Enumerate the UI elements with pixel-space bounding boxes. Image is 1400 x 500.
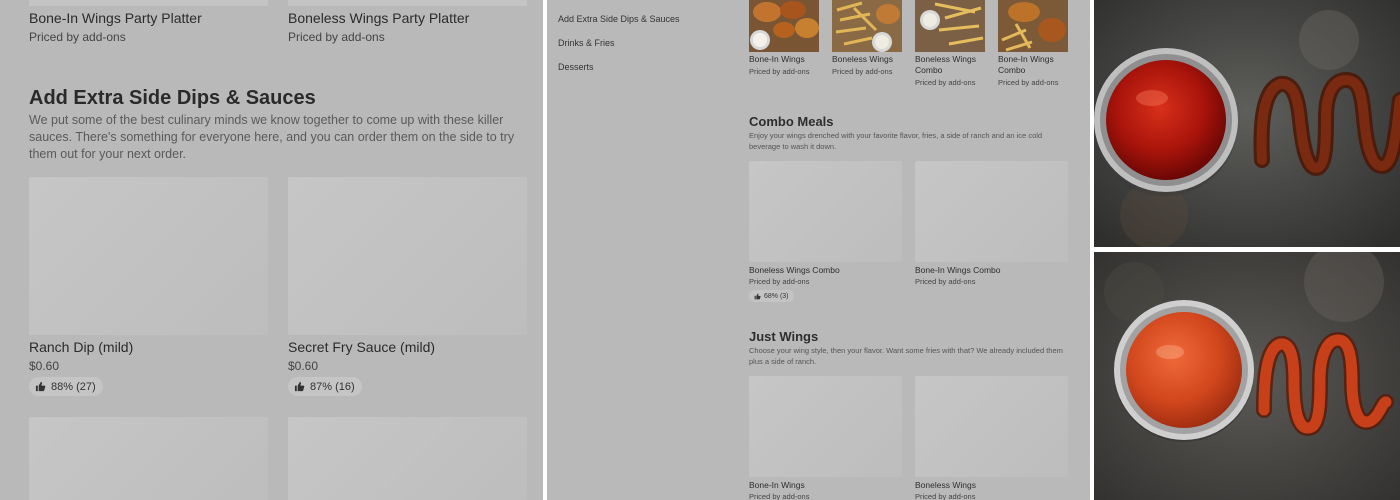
item-price: $0.60 [288, 359, 319, 373]
thumbs-up-icon [294, 381, 305, 392]
item-photo-bonein-combo[interactable] [998, 0, 1068, 52]
item-image-placeholder[interactable] [915, 161, 1068, 262]
item-price: Priced by add-ons [915, 78, 976, 87]
item-price: Priced by add-ons [915, 277, 976, 286]
item-name[interactable]: Boneless Wings Combo [749, 265, 840, 276]
item-name[interactable]: Boneless Wings Combo [915, 54, 990, 75]
section-description: Choose your wing style, then your flavor… [749, 346, 1063, 366]
section-description: We put some of the best culinary minds w… [29, 113, 515, 161]
item-image-placeholder[interactable] [915, 376, 1068, 477]
item-price: Priced by add-ons [749, 277, 810, 286]
thumbs-up-icon [754, 293, 761, 299]
rating-text: 88% (27) [51, 380, 96, 393]
rating-text: 68% (3) [764, 292, 789, 300]
item-price: Priced by add-ons [749, 492, 810, 500]
item-price: Priced by add-ons [832, 67, 893, 76]
item-name[interactable]: Secret Fry Sauce (mild) [288, 339, 435, 355]
item-image-placeholder[interactable] [29, 417, 268, 500]
rating-badge: 68% (3) [749, 290, 794, 302]
menu-panel-desktop: Add Extra Side Dips & Sauces Drinks & Fr… [547, 0, 1090, 500]
rating-badge: 88% (27) [29, 377, 103, 396]
item-photo-boneless-combo[interactable] [915, 0, 985, 52]
section-title: Add Extra Side Dips & Sauces [29, 87, 316, 109]
item-image-placeholder[interactable] [749, 376, 902, 477]
item-name[interactable]: Bone-In Wings Party Platter [29, 10, 202, 26]
sauce-photo-mild[interactable] [1094, 252, 1400, 500]
item-image-placeholder[interactable] [749, 161, 902, 262]
item-price: Priced by add-ons [915, 492, 976, 500]
item-price: Priced by add-ons [998, 78, 1059, 87]
sauce-photo-column [1094, 0, 1400, 500]
section-title: Combo Meals [749, 114, 834, 129]
item-price: $0.60 [29, 359, 60, 373]
item-name[interactable]: Boneless Wings Party Platter [288, 10, 469, 26]
item-name[interactable]: Bone-In Wings Combo [998, 54, 1073, 75]
category-nav-dips[interactable]: Add Extra Side Dips & Sauces [558, 14, 680, 24]
rating-badge: 87% (16) [288, 377, 362, 396]
item-image-placeholder[interactable] [29, 177, 268, 335]
item-image-edge [288, 0, 527, 6]
section-title: Just Wings [749, 329, 819, 344]
item-price: Priced by add-ons [29, 30, 126, 44]
item-name[interactable]: Boneless Wings [915, 480, 976, 491]
sauce-photo-hot[interactable] [1094, 0, 1400, 247]
item-name[interactable]: Bone-In Wings Combo [915, 265, 1001, 276]
rating-text: 87% (16) [310, 380, 355, 393]
item-name[interactable]: Boneless Wings [832, 54, 907, 65]
item-photo-wings[interactable] [749, 0, 819, 52]
item-name[interactable]: Bone-In Wings [749, 480, 805, 491]
item-image-placeholder[interactable] [288, 417, 527, 500]
item-name[interactable]: Ranch Dip (mild) [29, 339, 133, 355]
section-description: Enjoy your wings drenched with your favo… [749, 131, 1043, 151]
item-name[interactable]: Bone-In Wings [749, 54, 824, 65]
thumbs-up-icon [35, 381, 46, 392]
item-image-placeholder[interactable] [288, 177, 527, 335]
category-nav-drinks[interactable]: Drinks & Fries [558, 38, 615, 48]
item-price: Priced by add-ons [288, 30, 385, 44]
item-photo-boneless[interactable] [832, 0, 902, 52]
item-price: Priced by add-ons [749, 67, 810, 76]
category-nav-desserts[interactable]: Desserts [558, 62, 594, 72]
item-image-edge [29, 0, 268, 6]
menu-panel-left: Bone-In Wings Party Platter Priced by ad… [0, 0, 543, 500]
